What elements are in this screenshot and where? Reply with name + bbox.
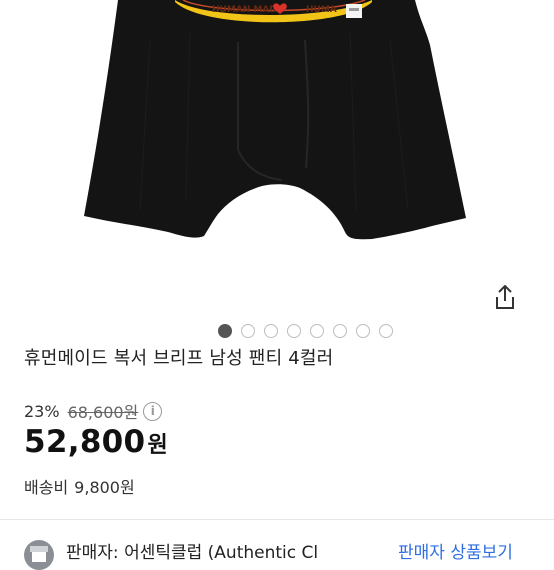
seller-products-link[interactable]: 판매자 상품보기	[398, 538, 513, 563]
seller-prefix: 판매자:	[66, 543, 119, 563]
carousel-dot[interactable]	[309, 324, 324, 338]
seller-avatar[interactable]	[24, 540, 54, 570]
carousel-dot[interactable]	[378, 324, 393, 338]
carousel-dot[interactable]	[286, 324, 301, 338]
carousel-dot[interactable]	[355, 324, 370, 338]
carousel-dot[interactable]	[263, 324, 278, 338]
sale-price-unit: 원	[147, 433, 168, 458]
sale-price-number: 52,800	[24, 424, 146, 460]
share-button[interactable]	[486, 278, 524, 316]
share-icon	[496, 285, 514, 309]
discount-rate: 23%	[24, 401, 60, 421]
boxer-brief-illustration: HUMAN MADE HUMA	[84, 0, 466, 240]
product-title: 휴먼메이드 복서 브리프 남성 팬티 4컬러	[24, 348, 334, 369]
waistband-text-right: HUMA	[306, 5, 337, 15]
seller-name-value: 어센틱클럽 (Authentic Cl	[124, 543, 319, 563]
sale-price: 52,800 원	[24, 424, 168, 460]
carousel-dot[interactable]	[217, 324, 232, 338]
shipping-fee: 배송비 9,800원	[24, 474, 135, 498]
info-icon[interactable]: i	[143, 401, 163, 421]
discount-row: 23% 68,600원 i	[24, 399, 163, 423]
seller-name: 판매자: 어센틱클럽 (Authentic Cl	[66, 538, 366, 563]
divider	[0, 519, 554, 520]
carousel-dot[interactable]	[240, 324, 255, 338]
product-image[interactable]: HUMAN MADE HUMA	[0, 0, 554, 322]
shipping-value: 9,800원	[74, 478, 135, 497]
carousel-indicator	[0, 324, 554, 340]
seller-row: 판매자: 어센틱클럽 (Authentic Cl 판매자 상품보기	[0, 532, 554, 570]
waistband-text: HUMAN MADE	[212, 5, 283, 15]
carousel-dot[interactable]	[332, 324, 347, 338]
store-icon	[30, 546, 48, 562]
shipping-label: 배송비	[24, 478, 69, 497]
original-price: 68,600원	[67, 403, 139, 422]
